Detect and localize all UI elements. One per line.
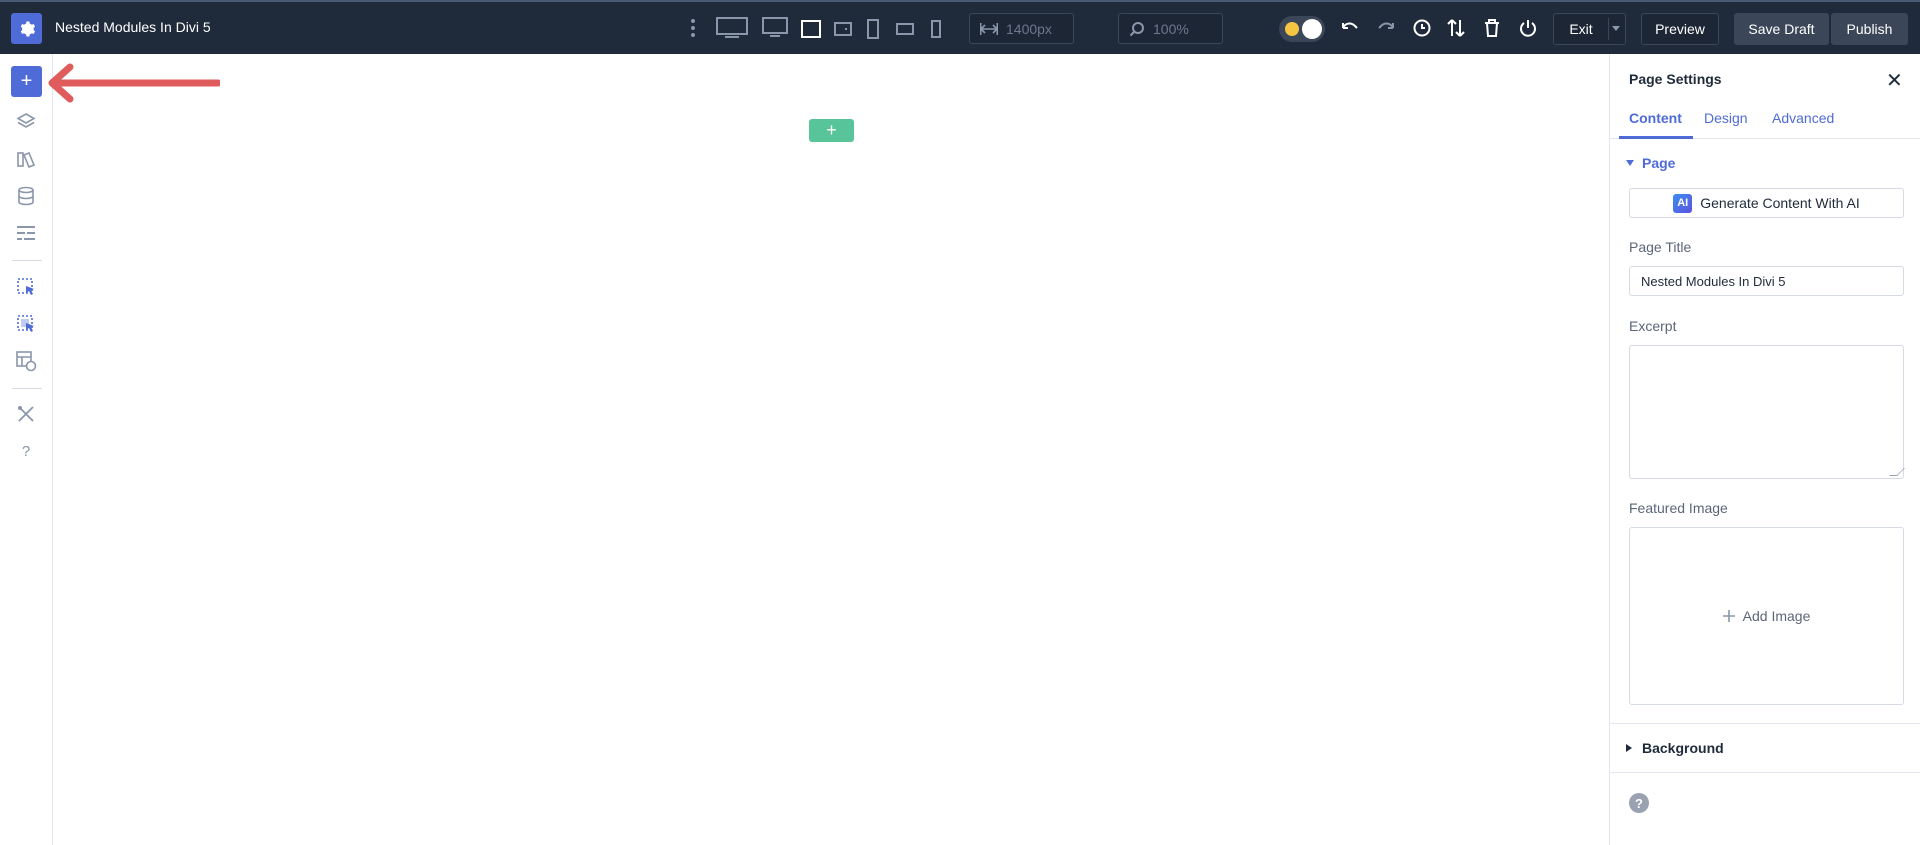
featured-image-dropzone[interactable]: Add Image <box>1629 527 1904 705</box>
resize-handle-icon[interactable] <box>1889 468 1905 476</box>
page-settings-panel: Page Settings ✕ Content Design Advanced … <box>1609 54 1920 845</box>
more-options-icon[interactable] <box>690 18 696 38</box>
layers-icon[interactable] <box>15 111 37 133</box>
tab-content[interactable]: Content <box>1629 110 1682 126</box>
phone-landscape-view-icon[interactable] <box>896 21 914 37</box>
ai-icon: AI <box>1673 193 1693 213</box>
canvas-width-value: 1400px <box>1006 20 1052 37</box>
panel-help-icon[interactable]: ? <box>1629 793 1649 813</box>
tools-icon[interactable] <box>15 403 37 425</box>
clear-layout-trash-icon[interactable] <box>1483 18 1501 38</box>
page-title-label: Page Title <box>1629 239 1692 255</box>
sun-icon <box>1285 22 1299 36</box>
add-section-button[interactable]: + <box>809 119 854 142</box>
page-layout-icon[interactable] <box>15 222 37 244</box>
settings-gear-button[interactable] <box>11 13 42 44</box>
section-page-toggle[interactable]: Page <box>1626 155 1675 171</box>
panel-title: Page Settings <box>1629 71 1722 87</box>
preview-button[interactable]: Preview <box>1641 13 1719 45</box>
add-module-button[interactable]: + <box>11 66 42 97</box>
section-background-toggle[interactable]: Background <box>1626 740 1724 756</box>
top-toolbar: Nested Modules In Divi 5 1400px 100% Exi… <box>0 0 1920 54</box>
undo-icon[interactable] <box>1340 19 1360 37</box>
caret-right-icon <box>1626 744 1632 752</box>
active-tab-indicator <box>1619 136 1693 139</box>
caret-down-icon <box>1626 160 1634 166</box>
generate-ai-button[interactable]: AI Generate Content With AI <box>1629 188 1904 218</box>
laptop-view-icon[interactable] <box>800 19 822 39</box>
library-icon[interactable] <box>15 148 37 170</box>
toggle-knob <box>1302 19 1322 39</box>
plus-icon <box>1722 610 1735 622</box>
generate-ai-label: Generate Content With AI <box>1700 195 1860 211</box>
chevron-down-icon[interactable] <box>1612 26 1620 31</box>
exit-label: Exit <box>1569 21 1593 37</box>
power-icon[interactable] <box>1518 18 1538 38</box>
save-draft-button[interactable]: Save Draft <box>1734 13 1829 45</box>
exit-separator <box>1608 18 1609 40</box>
phone-portrait-view-icon[interactable] <box>930 19 942 39</box>
section-background-label: Background <box>1642 740 1724 756</box>
portability-arrows-icon[interactable] <box>1447 18 1465 38</box>
page-title-input[interactable]: Nested Modules In Divi 5 <box>1629 266 1904 296</box>
multi-select-icon[interactable] <box>15 313 37 335</box>
sidebar-divider <box>12 388 42 389</box>
sidebar-divider <box>12 260 42 261</box>
left-sidebar: + ? <box>0 54 53 845</box>
history-clock-icon[interactable] <box>1412 18 1432 38</box>
select-element-icon[interactable] <box>15 276 37 298</box>
featured-image-label: Featured Image <box>1629 500 1728 516</box>
add-image-label: Add Image <box>1742 608 1811 624</box>
gear-icon <box>20 21 35 36</box>
desktop-view-icon[interactable] <box>762 16 788 40</box>
section-page-label: Page <box>1642 155 1676 171</box>
zoom-field[interactable]: 100% <box>1118 13 1223 44</box>
desktop-wide-view-icon[interactable] <box>716 16 748 40</box>
excerpt-textarea[interactable] <box>1629 345 1905 479</box>
tab-design[interactable]: Design <box>1704 110 1748 126</box>
exit-button[interactable]: Exit <box>1553 13 1626 45</box>
search-icon <box>1129 21 1144 36</box>
close-icon[interactable]: ✕ <box>1886 68 1903 93</box>
zoom-value: 100% <box>1153 20 1189 37</box>
tablet-portrait-view-icon[interactable] <box>866 19 880 39</box>
settings-tabs: Content Design Advanced <box>1610 102 1920 139</box>
canvas-width-field[interactable]: 1400px <box>969 13 1074 44</box>
database-icon[interactable] <box>15 185 37 207</box>
tablet-landscape-view-icon[interactable] <box>834 21 852 37</box>
width-arrows-icon <box>980 22 998 35</box>
page-name: Nested Modules In Divi 5 <box>55 19 211 35</box>
tab-advanced[interactable]: Advanced <box>1772 110 1834 126</box>
help-icon[interactable]: ? <box>15 440 37 462</box>
panel-divider <box>1610 772 1920 773</box>
redo-icon[interactable] <box>1376 19 1396 37</box>
panel-divider <box>1610 723 1920 724</box>
publish-button[interactable]: Publish <box>1831 13 1908 45</box>
theme-toggle[interactable] <box>1279 16 1325 42</box>
annotation-arrow <box>48 63 220 103</box>
preset-visibility-icon[interactable] <box>15 350 37 372</box>
excerpt-label: Excerpt <box>1629 318 1677 334</box>
